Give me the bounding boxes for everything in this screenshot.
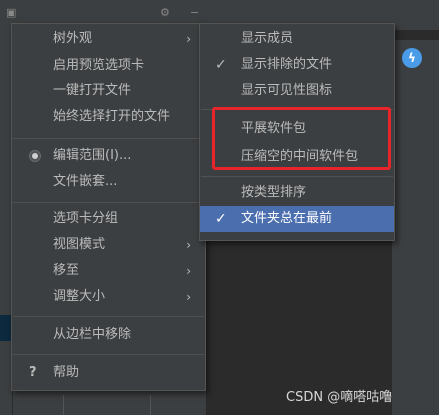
menu-separator xyxy=(13,316,204,317)
menu-item-sort-by-type[interactable]: 按类型排序 xyxy=(200,180,394,206)
menu-item-label: 始终选择打开的文件 xyxy=(53,109,171,124)
menu-item-show-visibility-icons[interactable]: 显示可见性图标 xyxy=(200,78,394,104)
menu-item-show-members[interactable]: 显示成员 xyxy=(200,26,394,52)
divider xyxy=(150,395,151,415)
menu-item-tab-groups[interactable]: 选项卡分组 xyxy=(12,206,205,232)
menu-item-single-click-open[interactable]: 一键打开文件 xyxy=(12,78,205,104)
project-view-context-menu: 树外观 › 启用预览选项卡 一键打开文件 始终选择打开的文件 编辑范围(I)..… xyxy=(11,23,206,391)
menu-separator xyxy=(13,354,204,355)
menu-item-enable-preview-tab[interactable]: 启用预览选项卡 xyxy=(12,53,205,79)
menu-separator xyxy=(201,176,393,177)
question-icon: ? xyxy=(29,365,37,380)
radio-selected-icon xyxy=(29,150,41,162)
menu-item-label: 文件夹总在最前 xyxy=(241,211,333,226)
menu-item-label: 调整大小 xyxy=(53,289,106,304)
menu-item-label: 从边栏中移除 xyxy=(53,327,132,342)
chevron-right-icon: › xyxy=(186,238,191,252)
chevron-right-icon: › xyxy=(186,32,191,46)
menu-item-move-to[interactable]: 移至 › xyxy=(12,258,205,284)
menu-separator xyxy=(13,202,204,203)
minimize-icon[interactable]: − xyxy=(190,6,204,20)
menu-item-label: 文件嵌套... xyxy=(53,174,118,189)
menu-item-label: 按类型排序 xyxy=(241,185,307,200)
chevron-right-icon: › xyxy=(186,264,191,278)
watermark: CSDN @嘀嗒咕噜 xyxy=(286,390,393,405)
settings-icon[interactable]: ⚙ xyxy=(160,6,174,20)
menu-item-always-select-opened[interactable]: 始终选择打开的文件 xyxy=(12,104,205,130)
menu-item-remove-from-sidebar[interactable]: 从边栏中移除 xyxy=(12,322,205,348)
menu-item-file-nesting[interactable]: 文件嵌套... xyxy=(12,169,205,195)
toolbar-icon[interactable]: ▣ xyxy=(6,6,20,20)
menu-item-label: 移至 xyxy=(53,263,80,278)
menu-item-edit-scopes[interactable]: 编辑范围(I)... xyxy=(12,143,205,169)
annotation-highlight-box xyxy=(212,107,391,170)
menu-item-label: 显示成员 xyxy=(241,31,294,46)
lightning-icon[interactable]: ϟ xyxy=(402,48,422,68)
divider xyxy=(63,395,64,415)
checkmark-icon: ✓ xyxy=(215,211,227,227)
menu-item-label: 视图模式 xyxy=(53,237,106,252)
menu-item-label: 显示可见性图标 xyxy=(241,83,333,98)
menu-item-label: 显示排除的文件 xyxy=(241,57,333,72)
checkmark-icon: ✓ xyxy=(215,57,227,73)
menu-item-show-excluded-files[interactable]: ✓ 显示排除的文件 xyxy=(200,52,394,78)
menu-item-resize[interactable]: 调整大小 › xyxy=(12,284,205,310)
menu-item-label: 选项卡分组 xyxy=(53,211,119,226)
menu-item-label: 编辑范围(I)... xyxy=(53,148,132,163)
menu-item-help[interactable]: ? 帮助 xyxy=(12,360,205,386)
menu-item-label: 启用预览选项卡 xyxy=(53,58,145,73)
menu-item-label: 帮助 xyxy=(53,365,80,380)
menu-item-label: 一键打开文件 xyxy=(53,83,132,98)
menu-item-folders-always-first[interactable]: ✓ 文件夹总在最前 xyxy=(200,206,394,232)
menu-item-label: 树外观 xyxy=(53,31,93,46)
menu-separator xyxy=(13,138,204,139)
chevron-right-icon: › xyxy=(186,290,191,304)
right-toolbar xyxy=(392,40,439,415)
menu-item-view-mode[interactable]: 视图模式 › xyxy=(12,232,205,258)
menu-item-tree-appearance[interactable]: 树外观 › xyxy=(12,26,205,52)
